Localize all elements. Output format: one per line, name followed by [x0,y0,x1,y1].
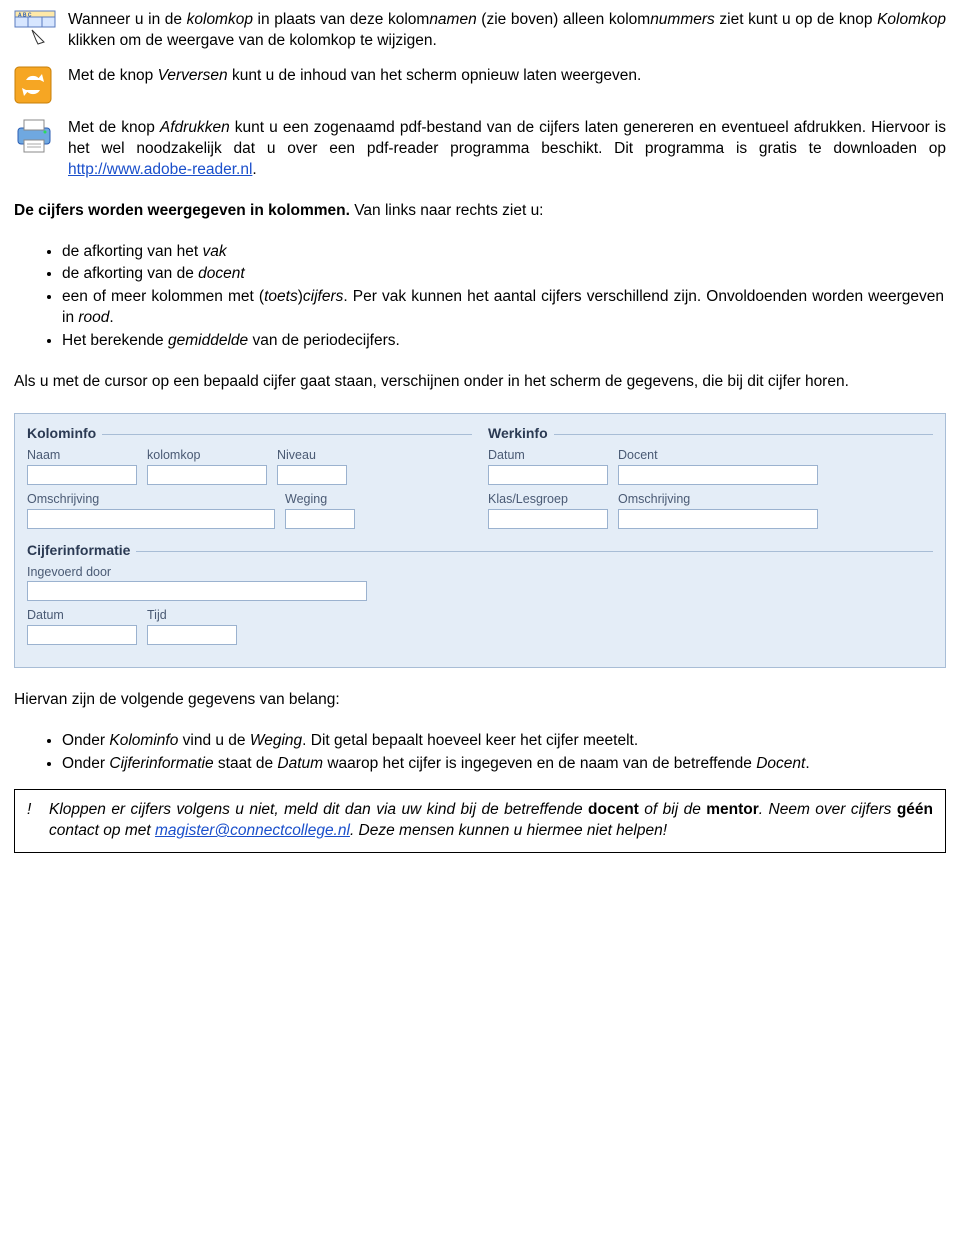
ingevoerd-input[interactable] [27,581,367,601]
cijferinfo-title: Cijferinformatie [27,541,130,560]
werk-datum-input[interactable] [488,465,608,485]
docent-input[interactable] [618,465,818,485]
warning-note: ! Kloppen er cijfers volgens u niet, mel… [14,789,946,853]
refresh-icon [14,66,58,104]
kolominfo-title: Kolominfo [27,424,96,443]
print-icon [14,118,58,154]
para-afdrukken: Met de knop Afdrukken kunt u een zogenaa… [68,118,946,181]
relevant-list: Onder Kolominfo vind u de Weging. Dit ge… [14,731,946,775]
info-panel: Kolominfo Naam kolomkop Niveau Omschrijv… [14,413,946,668]
svg-text:A B C: A B C [18,13,32,19]
section-columns: De cijfers worden weergegeven in kolomme… [14,201,946,222]
omschrijving-input[interactable] [27,509,275,529]
naam-input[interactable] [27,465,137,485]
cijfer-datum-input[interactable] [27,625,137,645]
cursor-note: Als u met de cursor op een bepaald cijfe… [14,372,946,393]
klas-input[interactable] [488,509,608,529]
kolomkop-icon: A B C [14,10,58,50]
adobe-reader-link[interactable]: http://www.adobe-reader.nl [68,161,252,178]
kolomkop-input[interactable] [147,465,267,485]
magister-email-link[interactable]: magister@connectcollege.nl [155,822,350,839]
para-verversen: Met de knop Verversen kunt u de inhoud v… [68,66,946,87]
werkinfo-title: Werkinfo [488,424,548,443]
section-relevant: Hiervan zijn de volgende gegevens van be… [14,690,946,711]
columns-list: de afkorting van het vak de afkorting va… [14,242,946,353]
niveau-input[interactable] [277,465,347,485]
weging-input[interactable] [285,509,355,529]
tijd-input[interactable] [147,625,237,645]
werk-omschrijving-input[interactable] [618,509,818,529]
para-kolomkop: Wanneer u in de kolomkop in plaats van d… [68,10,946,52]
